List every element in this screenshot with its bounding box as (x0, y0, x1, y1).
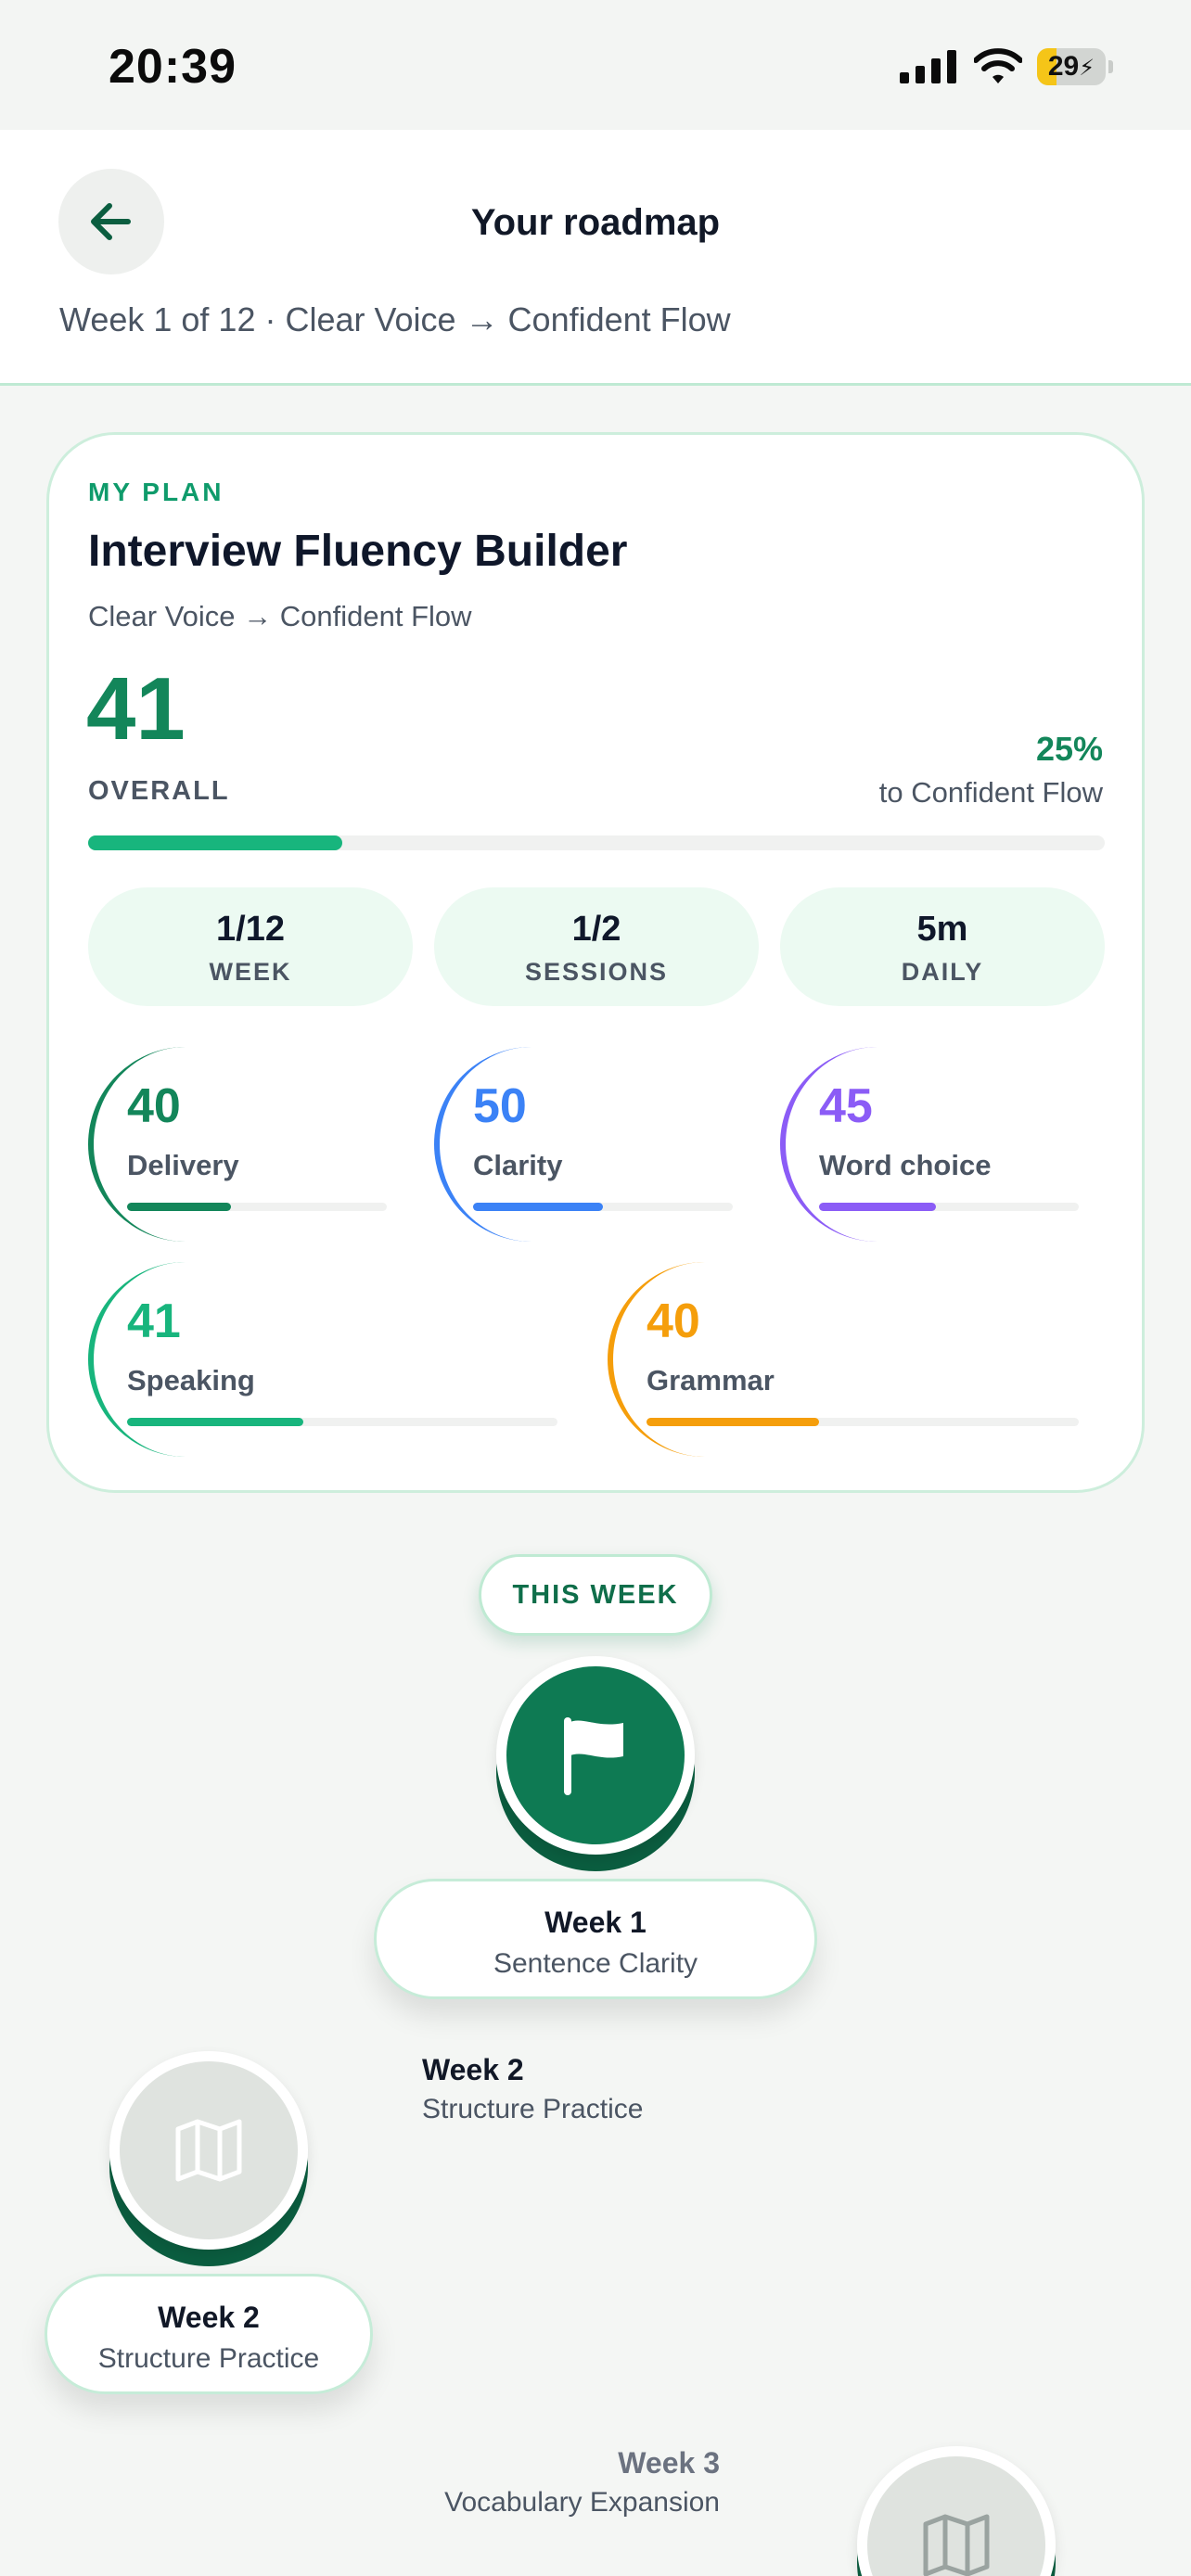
stat-label: DAILY (901, 958, 984, 986)
stat-week: 1/12 WEEK (88, 887, 413, 1006)
progress-percent: 25% (1035, 730, 1103, 768)
stat-label: SESSIONS (524, 958, 669, 986)
week-3-node[interactable] (857, 2446, 1056, 2576)
week-subtitle: Sentence Clarity (493, 1948, 698, 1979)
stat-label: WEEK (209, 958, 292, 986)
page-title: Your roadmap (470, 202, 721, 243)
skill-arc (88, 1262, 199, 1457)
week-1-card[interactable]: Week 1 Sentence Clarity (374, 1879, 817, 1999)
week-2-label-title: Week 2 (422, 2053, 524, 2086)
week-2-node[interactable] (109, 2051, 308, 2266)
overall-progress-fill (88, 835, 342, 850)
stat-sessions: 1/2 SESSIONS (434, 887, 759, 1006)
skill-progress-fill (127, 1418, 304, 1426)
skill-progress-fill (473, 1203, 603, 1211)
skill-progress-bar (127, 1203, 387, 1211)
skill-score: 41 (127, 1294, 181, 1348)
plan-subtitle: Clear Voice → Confident Flow (88, 600, 472, 632)
this-week-badge: THIS WEEK (479, 1554, 712, 1636)
status-bar: 20:39 29⚡ (0, 0, 1191, 130)
skill-progress-fill (647, 1418, 820, 1426)
skill-arc (88, 1047, 199, 1242)
stat-value: 1/12 (216, 910, 285, 949)
week-2-label-subtitle: Structure Practice (422, 2094, 644, 2124)
wifi-icon (974, 48, 1022, 83)
progress-target: to Confident Flow (878, 776, 1103, 809)
overall-progress-bar (88, 835, 1105, 850)
skill-progress-fill (819, 1203, 936, 1211)
skill-progress-bar (647, 1418, 1079, 1426)
skill-progress-bar (819, 1203, 1079, 1211)
week-3-label-title: Week 3 (618, 2446, 720, 2480)
skill-name: Clarity (473, 1149, 563, 1181)
skill-name: Word choice (819, 1149, 992, 1181)
battery-level: 29 (1047, 51, 1080, 82)
status-time: 20:39 (109, 40, 237, 94)
week-2-card[interactable]: Week 2 Structure Practice (45, 2274, 373, 2394)
plan-card[interactable]: MY PLAN Interview Fluency Builder Clear … (46, 432, 1145, 1493)
flag-icon (564, 1717, 623, 1795)
battery-icon: 29⚡ (1037, 48, 1113, 85)
skill-arc (608, 1262, 719, 1457)
skill-score: 50 (473, 1079, 527, 1133)
map-icon (923, 2514, 990, 2576)
skill-grammar: 40 Grammar (608, 1262, 1079, 1457)
skill-speaking: 41 Speaking (88, 1262, 570, 1457)
skill-arc (780, 1047, 891, 1242)
plan-title: Interview Fluency Builder (88, 527, 628, 576)
overall-score: 41 (86, 659, 186, 759)
cellular-signal-icon (900, 50, 956, 83)
stat-value: 5m (916, 910, 968, 949)
overall-label: OVERALL (88, 776, 230, 806)
skill-progress-fill (127, 1203, 231, 1211)
plan-eyebrow: MY PLAN (88, 478, 224, 506)
skill-clarity: 50 Clarity (434, 1047, 733, 1242)
week-subtitle: Structure Practice (97, 2343, 320, 2374)
skill-score: 40 (127, 1079, 181, 1133)
skill-name: Grammar (647, 1364, 775, 1396)
map-icon (175, 2119, 242, 2182)
skill-name: Speaking (127, 1364, 255, 1396)
week-title: Week 1 (544, 1906, 647, 1939)
page-subtitle: Week 1 of 12 · Clear Voice → Confident F… (59, 300, 731, 338)
skill-word-choice: 45 Word choice (780, 1047, 1079, 1242)
skill-arc (434, 1047, 545, 1242)
skill-delivery: 40 Delivery (88, 1047, 387, 1242)
week-title: Week 2 (158, 2301, 260, 2334)
skill-progress-bar (473, 1203, 733, 1211)
skill-score: 40 (647, 1294, 700, 1348)
week-1-node[interactable] (496, 1656, 695, 1871)
skill-progress-bar (127, 1418, 557, 1426)
skill-name: Delivery (127, 1149, 239, 1181)
skill-score: 45 (819, 1079, 873, 1133)
week-3-label-subtitle: Vocabulary Expansion (444, 2487, 720, 2518)
header: Your roadmap Week 1 of 12 · Clear Voice … (0, 130, 1191, 386)
stat-daily: 5m DAILY (780, 887, 1105, 1006)
stat-value: 1/2 (571, 910, 621, 949)
